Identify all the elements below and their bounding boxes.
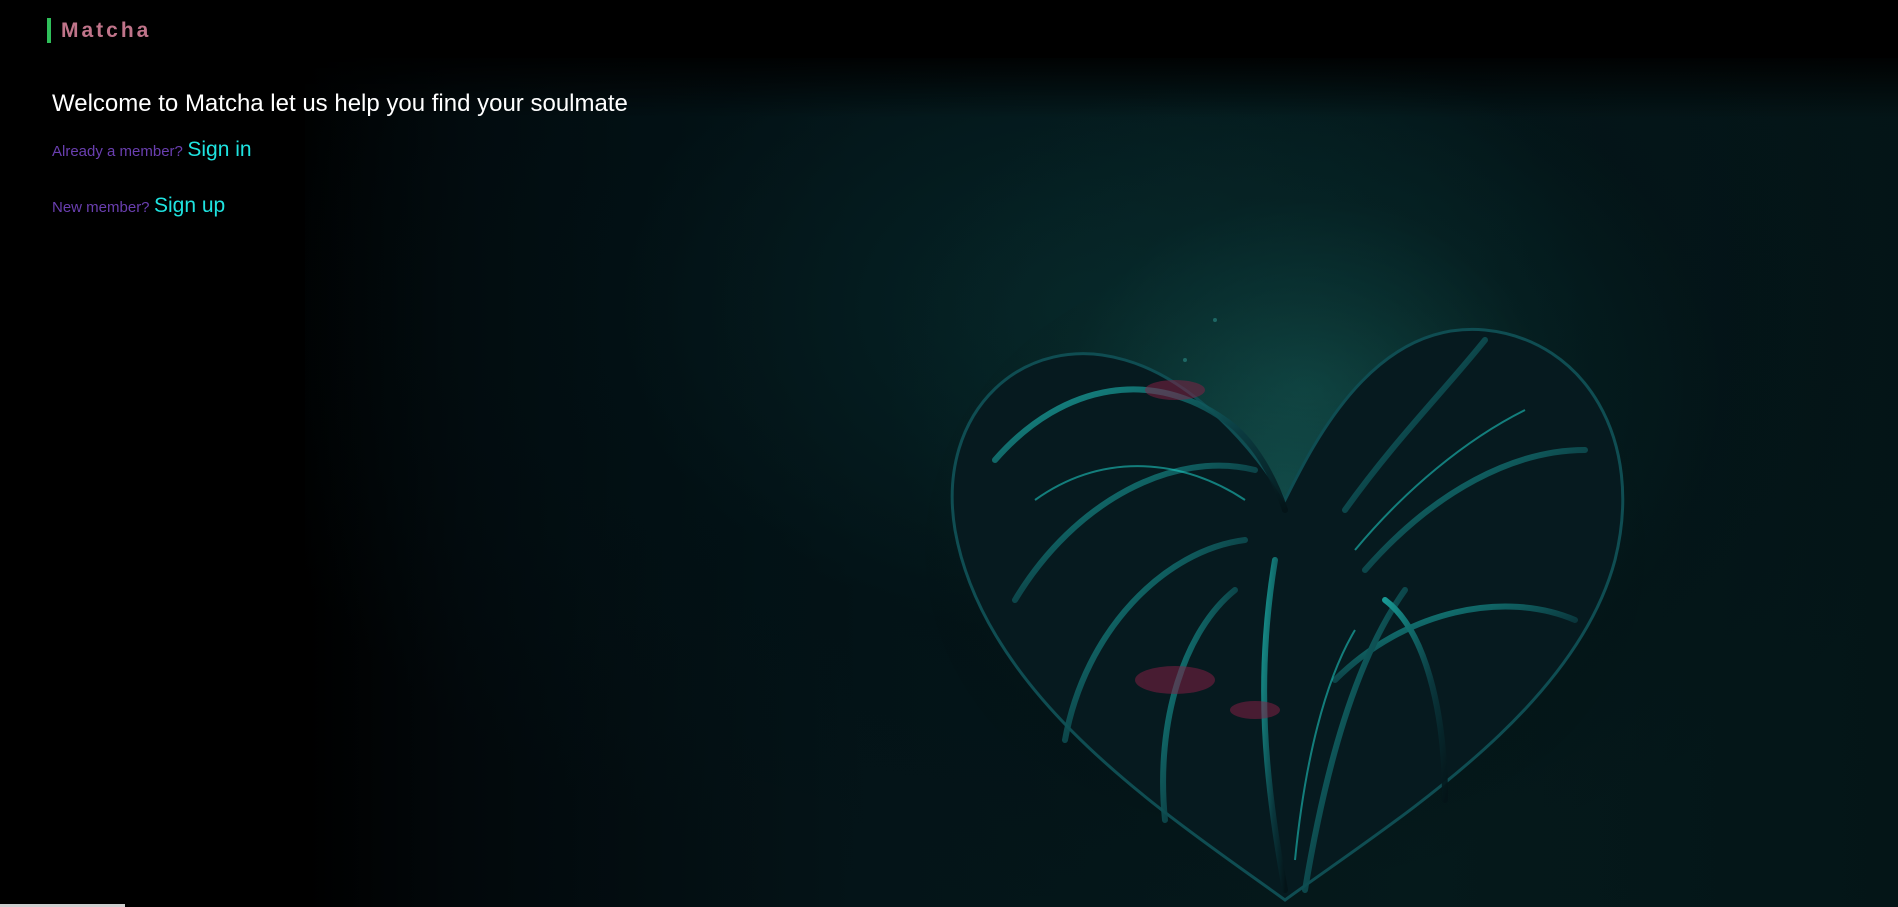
signup-link[interactable]: Sign up [154, 194, 225, 217]
brand-logo[interactable]: Matcha [47, 18, 151, 43]
landing-page: Matcha Welcome to Matcha let us help you… [0, 0, 1898, 907]
heart-artwork-icon [925, 300, 1645, 902]
signin-prompt: Already a member? [52, 143, 183, 160]
signup-row: New member? Sign up [52, 192, 225, 222]
welcome-heading: Welcome to Matcha let us help you find y… [52, 90, 628, 117]
signin-row: Already a member? Sign in [52, 136, 252, 166]
signup-prompt: New member? [52, 199, 150, 216]
signin-link[interactable]: Sign in [187, 138, 251, 161]
